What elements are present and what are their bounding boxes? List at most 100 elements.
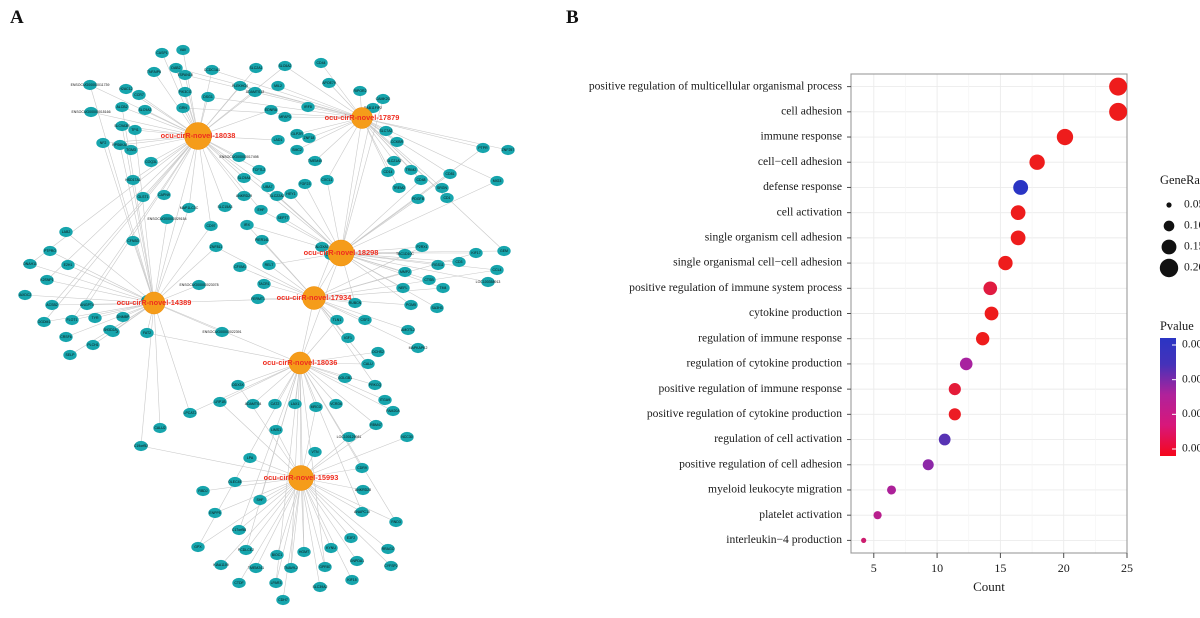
gene-node: SMC2 <box>290 144 304 156</box>
gene-node-label: GPR87 <box>319 565 331 569</box>
gene-node: CRSF6 <box>59 331 73 343</box>
gene-node-label: FGF23 <box>300 182 311 186</box>
gene-node-label: CYFSP2 <box>384 564 398 568</box>
gene-node-label: SRGN <box>437 186 448 190</box>
gene-node-label: TACR1 <box>258 282 269 286</box>
gene-node-label: PIER14L <box>255 238 269 242</box>
gene-node-label: KIF15 <box>347 578 356 582</box>
gene-node-label: CALU2 <box>154 426 165 430</box>
gene-node: ENSOCUG00000029154 <box>147 213 187 225</box>
gene-node: SHF <box>253 494 267 506</box>
gene-node: ADAMTS4 <box>245 398 261 410</box>
gene-node: HEY1 <box>284 188 298 200</box>
gene-node-label: SLC9A3R <box>114 124 130 128</box>
gene-node-label: TRIM2 <box>406 168 417 172</box>
gene-node-label: TYR <box>92 316 99 320</box>
gene-node-label: CCDC1A1 <box>204 68 220 72</box>
gene-node: ZNF18 <box>302 132 316 144</box>
dot-point <box>922 459 934 471</box>
gene-node-label: CCL4 <box>493 268 502 272</box>
gene-node-label: HEY1 <box>286 192 295 196</box>
gene-node: K2SNP1 <box>40 274 54 286</box>
generatio-legend-label: 0.10 <box>1184 219 1200 232</box>
gene-node-label: DAB2 <box>171 66 180 70</box>
gene-node: ZNF257 <box>501 144 515 156</box>
gene-node-label: SLC15A3 <box>218 205 233 209</box>
gene-node: SLC2A1 <box>249 62 263 74</box>
dotplot-x-axis: 5 10 15 20 25 Count <box>871 553 1133 594</box>
gene-node-label: OGDM1 <box>38 320 51 324</box>
category-label: myeloid leukocyte migration <box>708 483 842 496</box>
gene-node-label: ZNF18 <box>304 136 315 140</box>
circrna-hub-node: ocu-cirR-novel-15993 <box>264 465 338 491</box>
gene-node: VTN <box>308 446 322 458</box>
gene-node-label: DNAH11 <box>23 262 37 266</box>
gene-node-label: CTSB <box>424 278 434 282</box>
gene-node-label: MFAP3 <box>279 115 291 119</box>
gene-node: LPA <box>243 452 257 464</box>
gene-node: COQ3L <box>144 156 158 168</box>
dot-point <box>938 433 951 446</box>
gene-node: CXCL1 <box>320 174 334 186</box>
gene-node: IGF1 <box>341 332 355 344</box>
gene-node-label: SLC39A2 <box>313 585 328 589</box>
gene-node-label: VTN <box>312 450 319 454</box>
gene-node-label: GRN <box>179 106 187 110</box>
gene-node-label: TM4 <box>440 286 447 290</box>
gene-node: CD97 <box>204 220 218 232</box>
gene-node: ANKRD29 <box>236 190 252 202</box>
gene-node: ENSOCUG00000011739 <box>71 79 109 91</box>
gene-node: C19orf52 <box>134 440 148 452</box>
gene-node: ACSB2 <box>45 299 59 311</box>
gene-node-label: LAX1 <box>291 402 300 406</box>
gene-node-label: LPCAT2 <box>184 411 197 415</box>
gene-node: ENPP5 <box>208 507 222 519</box>
gene-node-label: APOE79 <box>322 81 336 85</box>
gene-node: PTPR <box>476 142 490 154</box>
dot-point <box>984 306 999 321</box>
category-label: positive regulation of multicellular org… <box>589 79 843 92</box>
gene-node: CAT2 <box>268 398 282 410</box>
gene-node: SLC9A3 <box>138 104 152 116</box>
x-tick-label: 15 <box>994 561 1006 575</box>
gene-node: CCR7 <box>132 89 146 101</box>
circrna-hub-node: ocu-cirR-novel-17879 <box>325 107 399 129</box>
network-svg: CCR7 PIK3CG DSG1 ADAMTS12 RIPOR2 CAMK2G ALCB2 S… <box>18 44 515 606</box>
gene-node-label: BIOC1 <box>272 553 283 557</box>
gene-node: TM4 <box>436 282 450 294</box>
category-label: regulation of immune response <box>698 331 842 344</box>
gene-node: ITGA9 <box>378 394 392 406</box>
gene-node: GOLGB1 <box>338 372 352 384</box>
x-tick-label: 20 <box>1058 561 1070 575</box>
gene-node: CTDF <box>232 577 246 589</box>
gene-node: LPCAT2 <box>183 407 197 419</box>
gene-node-label: E3F2 <box>347 536 355 540</box>
gene-node: LIMS1 <box>269 424 283 436</box>
gene-node: FAM20A <box>386 405 400 417</box>
gene-node-label: LOC100358913 <box>476 280 501 284</box>
gene-node: GNPDA1 <box>350 555 364 567</box>
dot-point <box>1109 102 1128 121</box>
gene-node: PTPRO <box>43 245 57 257</box>
gene-node: OLEC4E <box>228 476 243 488</box>
gene-node-label: CD97 <box>207 224 216 228</box>
dotplot-panel: positive regulation of multicellular org… <box>560 0 1200 618</box>
gene-node-label: SLC21A2 <box>387 159 402 163</box>
pvalue-legend-label: 0.008 <box>1182 338 1200 351</box>
gene-node: NF2 <box>96 137 110 149</box>
gene-node-label: GEM <box>500 249 508 253</box>
gene-node-label: ALCB2 <box>116 105 127 109</box>
gene-node-label: TBC1D10C <box>396 252 414 256</box>
gene-node: CD48 <box>414 174 428 186</box>
gene-node: CFNB3 <box>126 235 140 247</box>
gene-node-label: RBDJ <box>198 489 207 493</box>
circrna-hub-label: ocu-cirR-novel-18036 <box>263 358 338 367</box>
gene-node: FGF23 <box>298 178 312 190</box>
gene-node: DSG1 <box>201 91 215 103</box>
gene-node: TMEM241 <box>248 562 264 574</box>
gene-node-label: CAMK2G <box>376 97 391 101</box>
gene-node: LAB2 <box>59 226 73 238</box>
gene-node-label: ZNF257 <box>502 148 515 152</box>
gene-node-label: K2SNP1 <box>40 278 53 282</box>
category-label: cell adhesion <box>781 104 842 117</box>
